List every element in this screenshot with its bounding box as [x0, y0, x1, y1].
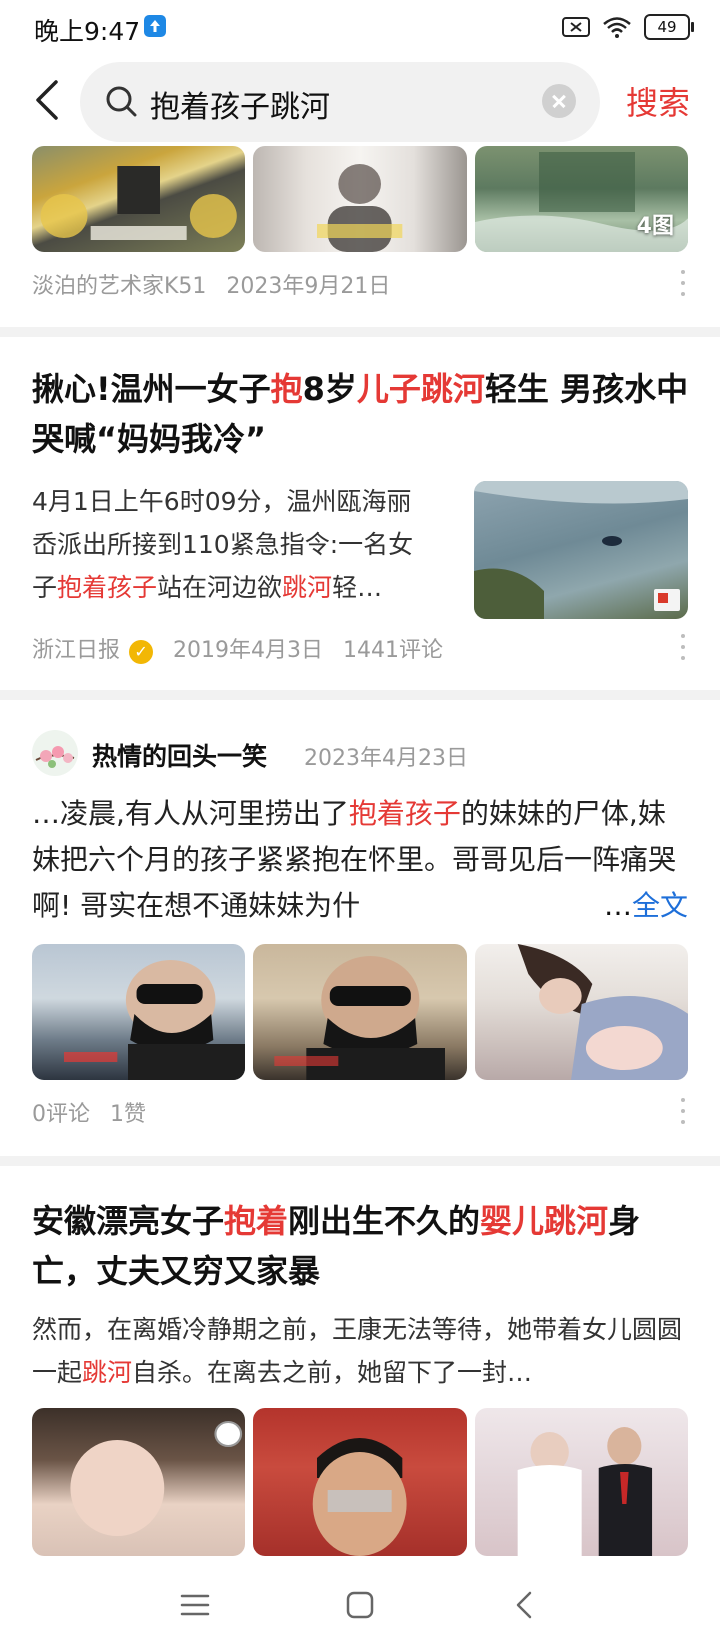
- more-options-icon[interactable]: [680, 270, 686, 296]
- man-portrait-photo[interactable]: [253, 1408, 467, 1556]
- memorial-shape: [40, 166, 237, 240]
- ellipsis: …: [603, 889, 632, 922]
- snippet-text: 轻…: [332, 573, 383, 602]
- snippet-highlight: 跳河: [282, 573, 333, 602]
- title-highlight: 抱着: [224, 1202, 289, 1240]
- person-silhouette: [317, 164, 403, 252]
- result3-likes[interactable]: 1赞: [110, 1096, 146, 1128]
- snippet-text: …凌晨,有人从河里捞出了: [32, 797, 349, 830]
- result2-date: 2019年4月3日: [173, 638, 323, 663]
- mother-baby-photo[interactable]: [474, 944, 688, 1080]
- snippet-highlight: 抱着孩子: [57, 573, 158, 602]
- woman-face-shape: [70, 1421, 243, 1536]
- wedding-scene: [517, 1427, 652, 1556]
- result2-title[interactable]: 揪心!温州一女子抱8岁儿子跳河轻生 男孩水中哭喊“妈妈我冷”: [32, 364, 692, 464]
- result1-author[interactable]: 淡泊的艺术家K51: [32, 268, 206, 300]
- title-text: 揪心!温州一女子: [32, 370, 271, 408]
- search-button[interactable]: 搜索: [626, 78, 690, 124]
- result3-date: 2023年4月23日: [304, 746, 468, 771]
- back-button[interactable]: [28, 76, 68, 124]
- more-options-icon[interactable]: [680, 1098, 686, 1124]
- menu-icon: [180, 1594, 210, 1616]
- snippet-text: 自杀。在离去之前，她留下了一封…: [132, 1358, 533, 1387]
- system-nav-bar: [0, 1558, 720, 1650]
- wedding-photo[interactable]: [474, 1408, 688, 1556]
- search-input[interactable]: 抱着孩子跳河: [80, 62, 600, 142]
- result4-snippet: 然而，在离婚冷静期之前，王康无法等待，她带着女儿圆圆一起跳河自杀。在离去之前，她…: [32, 1308, 692, 1394]
- search-query: 抱着孩子跳河: [150, 90, 330, 125]
- nav-back-button[interactable]: [508, 1590, 542, 1620]
- upload-icon: [144, 15, 166, 37]
- title-highlight: 抱: [270, 370, 303, 408]
- more-options-icon[interactable]: [680, 634, 686, 660]
- woman-portrait-photo[interactable]: [32, 1408, 246, 1556]
- result3-images: [32, 944, 688, 1080]
- sim-off-icon: [562, 17, 590, 37]
- flower-avatar-icon: [35, 746, 75, 768]
- home-square-icon: [346, 1591, 374, 1619]
- section-divider: [0, 327, 720, 337]
- source-name: 浙江日报: [32, 638, 121, 663]
- chevron-left-icon: [36, 80, 58, 120]
- title-text: 安徽漂亮女子: [32, 1202, 225, 1240]
- verified-icon: ✓: [129, 640, 154, 664]
- river-scene: [474, 481, 688, 619]
- title-text: 8岁: [302, 370, 357, 408]
- menu-button[interactable]: [178, 1590, 212, 1620]
- mother-baby-shape: [517, 944, 688, 1080]
- home-button[interactable]: [343, 1590, 377, 1620]
- status-bar: 晚上9:47 49: [0, 0, 720, 52]
- title-highlight: 儿子跳河: [356, 370, 485, 408]
- status-icons: 49: [562, 14, 694, 40]
- result1-date: 2023年9月21日: [226, 274, 391, 299]
- result4-title[interactable]: 安徽漂亮女子抱着刚出生不久的婴儿跳河身亡，丈夫又穷又家暴: [32, 1196, 692, 1296]
- blurred-person-photo[interactable]: [253, 146, 467, 252]
- snippet-highlight: 跳河: [82, 1358, 133, 1387]
- result2-snippet: 4月1日上午6时09分，温州瓯海丽岙派出所接到110紧急指令:一名女子抱着孩子站…: [32, 480, 434, 609]
- battery-indicator: 49: [644, 14, 694, 40]
- man-face-shape: [63, 960, 246, 1080]
- result3-comments: 0评论: [32, 1102, 90, 1127]
- man-glasses-photo-1[interactable]: [32, 944, 246, 1080]
- results-list: 4图 淡泊的艺术家K51 2023年9月21日 揪心!温州一女子抱8岁儿子跳河轻…: [0, 146, 720, 1556]
- section-divider: [0, 1156, 720, 1166]
- result1-images: 4图: [32, 146, 688, 252]
- search-header: 抱着孩子跳河 搜索: [0, 56, 720, 146]
- clear-search-button[interactable]: [542, 84, 576, 118]
- result4-images: [32, 1408, 688, 1556]
- result3-author[interactable]: 热情的回头一笑: [92, 737, 267, 773]
- search-icon: [106, 86, 137, 117]
- wifi-icon: [603, 17, 631, 38]
- snippet-text: 站在河边欲: [157, 573, 283, 602]
- man-glasses-photo-2[interactable]: [253, 944, 467, 1080]
- result3-meta: 0评论 1赞: [32, 1096, 146, 1128]
- result3-expand[interactable]: …全文: [593, 883, 688, 929]
- image-count-badge: 4图: [636, 214, 674, 239]
- title-highlight: 婴儿跳河: [480, 1202, 609, 1240]
- full-text-link[interactable]: 全文: [632, 889, 688, 922]
- section-divider: [0, 690, 720, 700]
- result1-meta: 淡泊的艺术家K51 2023年9月21日: [32, 268, 390, 300]
- memorial-photo[interactable]: [32, 146, 246, 252]
- back-arrow-icon: [516, 1591, 532, 1619]
- man-face-shape: [274, 956, 446, 1080]
- avatar[interactable]: [32, 730, 78, 776]
- result2-source[interactable]: 浙江日报 ✓: [32, 632, 154, 664]
- river-photo[interactable]: 4图: [474, 146, 688, 252]
- result2-thumbnail[interactable]: [474, 481, 688, 619]
- result2-meta: 浙江日报 ✓ 2019年4月3日 1441评论: [32, 632, 443, 664]
- result2-comments: 1441评论: [343, 638, 443, 663]
- status-time: 晚上9:47: [34, 17, 141, 46]
- snippet-highlight: 抱着孩子: [348, 797, 461, 830]
- title-text: 刚出生不久的: [288, 1202, 481, 1240]
- man-face-shape: [313, 1438, 407, 1556]
